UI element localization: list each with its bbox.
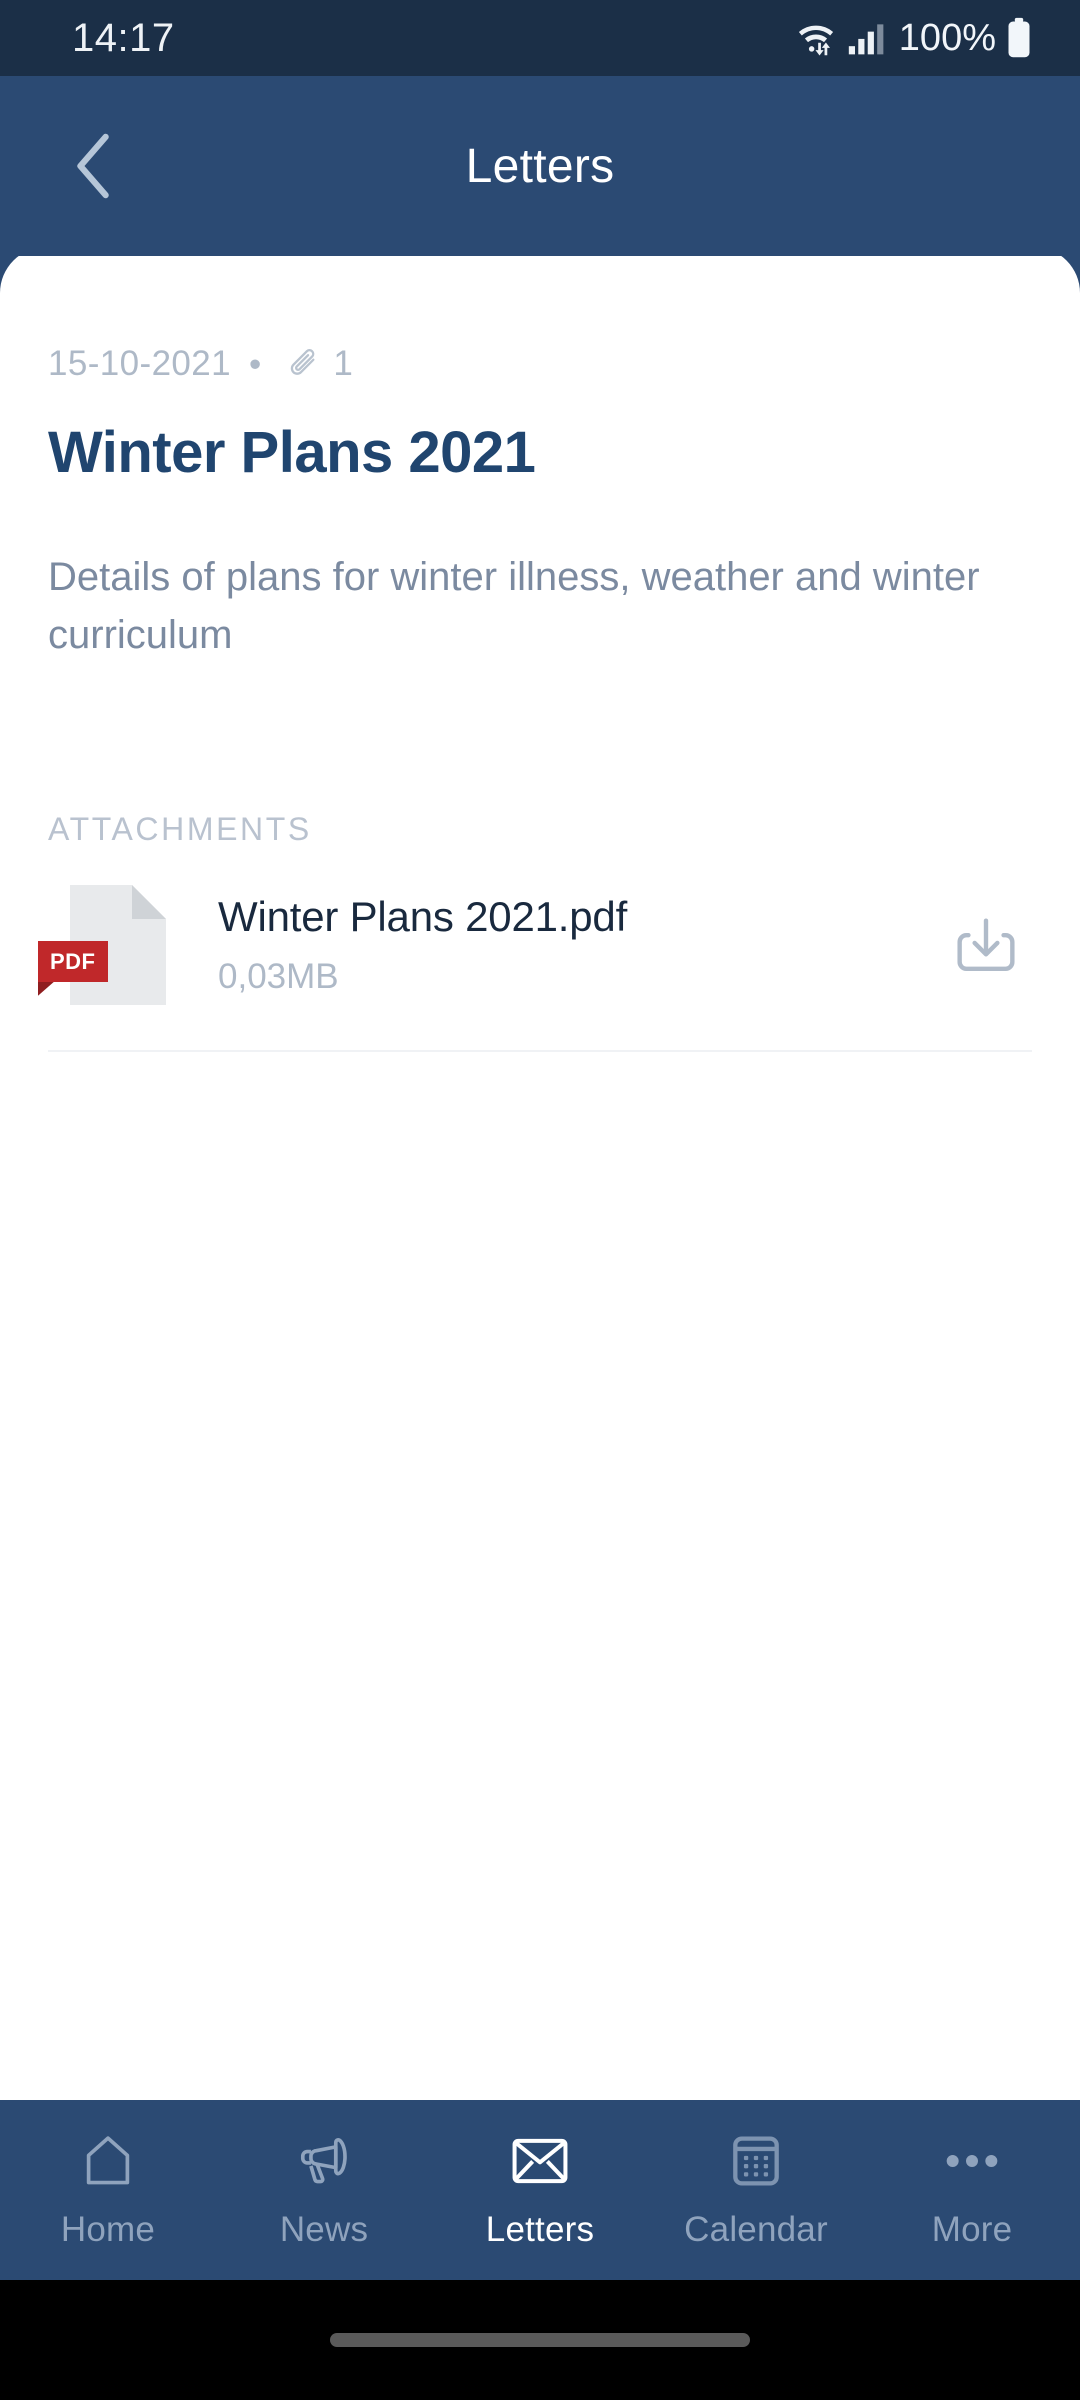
letter-body: Details of plans for winter illness, wea… (48, 554, 980, 657)
battery-percentage: 100% (898, 17, 996, 59)
letter-detail-card: 15-10-2021 • 1 Winter Plans 2021 Details… (0, 247, 1080, 2180)
meta-separator: • (249, 344, 262, 384)
paperclip-icon (287, 347, 321, 381)
attachment-info: Winter Plans 2021.pdf 0,03MB (218, 893, 950, 997)
nav-item-news[interactable]: News (216, 2100, 432, 2250)
back-button[interactable] (52, 124, 136, 208)
system-gesture-area (0, 2280, 1080, 2400)
letter-title: Winter Plans 2021 (48, 420, 536, 485)
nav-label-more: More (931, 2210, 1013, 2249)
nav-label-home: Home (60, 2210, 156, 2249)
status-indicators: 100% (793, 17, 1032, 59)
ellipsis-icon (943, 2130, 1001, 2192)
home-icon (79, 2130, 137, 2192)
pdf-badge-label: PDF (38, 940, 108, 982)
attachment-item[interactable]: PDF Winter Plans 2021.pdf 0,03MB (38, 884, 1032, 1052)
wifi-icon (793, 18, 839, 58)
signal-icon (847, 19, 887, 57)
nav-item-calendar[interactable]: Calendar (648, 2100, 864, 2250)
attachments-section-label: ATTACHMENTS (48, 810, 312, 847)
nav-label-news: News (279, 2210, 369, 2249)
phone-screen: 14:17 100% Letters 15-10-2021 • 1 Winter… (0, 0, 1080, 2400)
download-icon (955, 914, 1017, 976)
envelope-icon (511, 2130, 569, 2192)
status-bar: 14:17 100% (0, 0, 1080, 76)
bottom-navigation: Home News Letters Calendar More (0, 2100, 1080, 2280)
pdf-badge-fold (38, 981, 54, 996)
nav-label-letters: Letters (485, 2210, 595, 2249)
nav-item-more[interactable]: More (864, 2100, 1080, 2250)
status-clock: 14:17 (72, 16, 175, 60)
battery-icon (1006, 17, 1032, 59)
nav-item-home[interactable]: Home (0, 2100, 216, 2250)
nav-item-letters[interactable]: Letters (432, 2100, 648, 2250)
attachment-count: 1 (333, 344, 353, 383)
attachment-filename: Winter Plans 2021.pdf (218, 892, 628, 940)
letter-meta: 15-10-2021 • 1 (48, 344, 1080, 384)
home-gesture-pill[interactable] (330, 2333, 750, 2347)
letter-date: 15-10-2021 (48, 344, 232, 383)
nav-label-calendar: Calendar (684, 2210, 828, 2249)
page-title: Letters (465, 139, 615, 193)
chevron-left-icon (72, 133, 116, 199)
pdf-file-icon: PDF (38, 884, 166, 1005)
app-header: Letters (0, 76, 1080, 256)
download-button[interactable] (950, 909, 1022, 981)
calendar-icon (729, 2130, 783, 2192)
attachment-filesize: 0,03MB (218, 956, 339, 996)
megaphone-icon (294, 2130, 354, 2192)
